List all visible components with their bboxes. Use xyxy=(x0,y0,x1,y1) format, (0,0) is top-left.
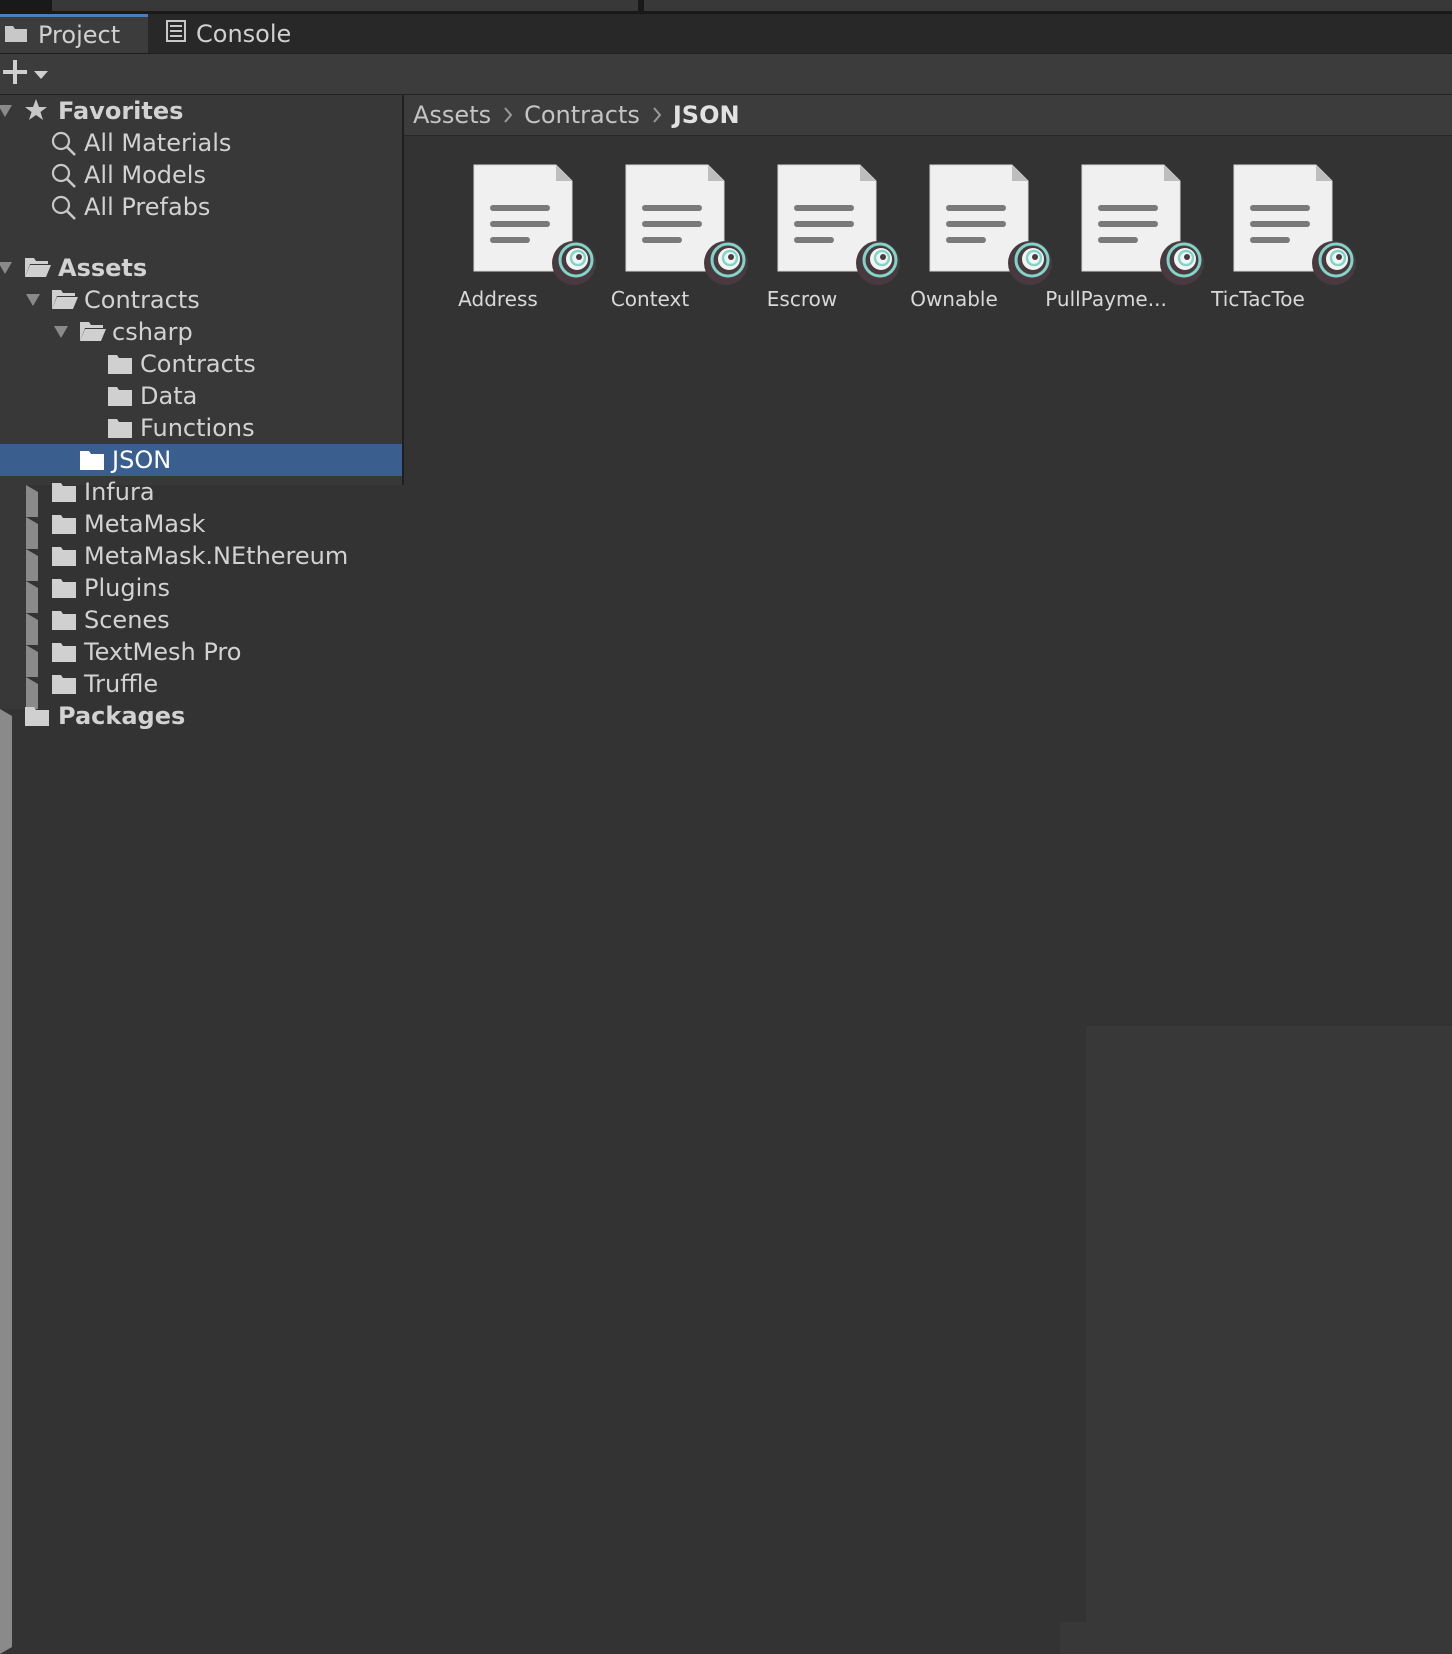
breadcrumb-assets[interactable]: Assets xyxy=(413,101,491,129)
tree-item-label: Contracts xyxy=(84,286,200,314)
breadcrumb-json[interactable]: JSON xyxy=(673,101,740,129)
text-asset-icon xyxy=(1233,164,1356,285)
asset-item-address[interactable]: Address xyxy=(428,163,596,323)
tree-item-all-prefabs[interactable]: All Prefabs xyxy=(0,191,402,223)
tab-project[interactable]: Project xyxy=(0,14,148,53)
folder-icon xyxy=(107,385,133,413)
tree-item-label: csharp xyxy=(112,318,193,346)
breadcrumb-contracts[interactable]: Contracts xyxy=(524,101,640,129)
tree-item-label: All Models xyxy=(84,161,206,189)
tree-item-csharp[interactable]: csharp xyxy=(0,316,402,348)
tree-item-label: Functions xyxy=(140,414,255,442)
folder-icon xyxy=(51,481,77,509)
breadcrumb: Assets Contracts JSON xyxy=(404,95,1452,136)
tree-item-functions[interactable]: Functions xyxy=(0,412,402,444)
text-asset-icon xyxy=(473,164,596,285)
tree-item-truffle[interactable]: Truffle xyxy=(0,668,1086,1622)
asset-label: PullPayme... xyxy=(1045,287,1167,311)
create-button[interactable] xyxy=(2,60,54,88)
tree-item-label: Data xyxy=(140,382,198,410)
panel-header-right xyxy=(644,0,1452,11)
tree-item-label: Infura xyxy=(84,478,155,506)
folder-open-icon xyxy=(51,288,79,316)
tree-item-infura[interactable]: Infura xyxy=(0,476,1086,1430)
folder-icon xyxy=(51,641,77,669)
tree-item-label: MetaMask xyxy=(84,510,206,538)
asset-item-ownable[interactable]: Ownable xyxy=(884,163,1052,323)
folder-open-icon xyxy=(24,256,52,284)
tree-item-label: Scenes xyxy=(84,606,170,634)
tab-console-label: Console xyxy=(196,19,292,48)
text-asset-icon xyxy=(625,164,748,285)
tree-item-all-materials[interactable]: All Materials xyxy=(0,127,402,159)
asset-label: Context xyxy=(610,287,690,311)
tree-item-packages[interactable]: Packages xyxy=(0,700,1060,1654)
asset-label: TicTacToe xyxy=(1211,287,1305,311)
tab-console[interactable]: Console xyxy=(148,14,328,53)
folder-icon xyxy=(107,353,133,381)
folder-icon xyxy=(79,449,105,477)
asset-item-context[interactable]: Context xyxy=(580,163,748,323)
tree-item-label: Assets xyxy=(58,254,148,282)
folder-icon xyxy=(51,609,77,637)
chevron-right-icon xyxy=(652,107,662,123)
tree-item-all-models[interactable]: All Models xyxy=(0,159,402,191)
tree-item-label: JSON xyxy=(112,446,172,474)
tab-bar: Project Console xyxy=(0,14,1452,54)
chevron-right-icon xyxy=(503,107,513,123)
tree-item-label: All Materials xyxy=(84,129,232,157)
project-tree: Favorites All Materials All Models All P… xyxy=(0,95,1086,1654)
expand-arrow-icon[interactable] xyxy=(26,294,40,306)
asset-label: Ownable xyxy=(910,287,998,311)
tree-item-label: MetaMask.NEthereum xyxy=(84,542,349,570)
text-asset-icon xyxy=(929,164,1052,285)
asset-item-tictactoe[interactable]: TicTacToe xyxy=(1188,163,1356,323)
tree-item-plugins[interactable]: Plugins xyxy=(0,572,1086,1526)
tree-item-csharp-contracts[interactable]: Contracts xyxy=(0,348,402,380)
chevron-down-icon xyxy=(34,65,48,84)
asset-browser: Assets Contracts JSON Address Context Es… xyxy=(404,95,1452,1026)
tree-item-textmesh-pro[interactable]: TextMesh Pro xyxy=(0,636,1086,1590)
tree-item-label: TextMesh Pro xyxy=(84,638,242,666)
console-icon xyxy=(166,19,186,48)
tree-item-label: Favorites xyxy=(58,97,184,125)
folder-icon xyxy=(51,673,77,701)
text-asset-icon xyxy=(1081,164,1204,285)
search-icon xyxy=(51,195,77,227)
asset-item-pullpayment[interactable]: PullPayme... xyxy=(1036,163,1204,323)
folder-icon xyxy=(107,417,133,445)
tree-item-favorites[interactable]: Favorites xyxy=(0,95,402,127)
star-icon xyxy=(24,98,48,128)
expand-arrow-icon[interactable] xyxy=(0,105,12,117)
tab-project-label: Project xyxy=(38,21,121,49)
expand-arrow-icon[interactable] xyxy=(0,262,12,274)
tree-item-json[interactable]: JSON xyxy=(0,444,402,476)
folder-icon xyxy=(24,705,50,733)
asset-label: Address xyxy=(458,287,538,311)
tree-item-scenes[interactable]: Scenes xyxy=(0,604,1086,1558)
asset-item-escrow[interactable]: Escrow xyxy=(732,163,900,323)
plus-icon xyxy=(2,59,28,89)
folder-open-icon xyxy=(79,320,107,348)
tree-item-contracts[interactable]: Contracts xyxy=(0,284,402,316)
text-asset-icon xyxy=(777,164,900,285)
panel-header-left xyxy=(52,0,638,11)
tree-item-label: All Prefabs xyxy=(84,193,211,221)
tree-item-label: Contracts xyxy=(140,350,256,378)
tree-item-label: Plugins xyxy=(84,574,170,602)
tree-item-metamask-nethereum[interactable]: MetaMask.NEthereum xyxy=(0,540,1086,1494)
window-top-strip xyxy=(0,0,1452,14)
tree-item-data[interactable]: Data xyxy=(0,380,402,412)
tree-item-metamask[interactable]: MetaMask xyxy=(0,508,1086,1462)
folder-icon xyxy=(4,21,28,49)
expand-arrow-icon[interactable] xyxy=(54,326,68,338)
tree-item-label: Truffle xyxy=(84,670,159,698)
tree-item-label: Packages xyxy=(58,702,186,730)
folder-icon xyxy=(51,577,77,605)
tree-item-assets[interactable]: Assets xyxy=(0,252,402,284)
asset-label: Escrow xyxy=(766,287,838,311)
project-toolbar xyxy=(0,54,1452,95)
folder-icon xyxy=(51,545,77,573)
folder-icon xyxy=(51,513,77,541)
